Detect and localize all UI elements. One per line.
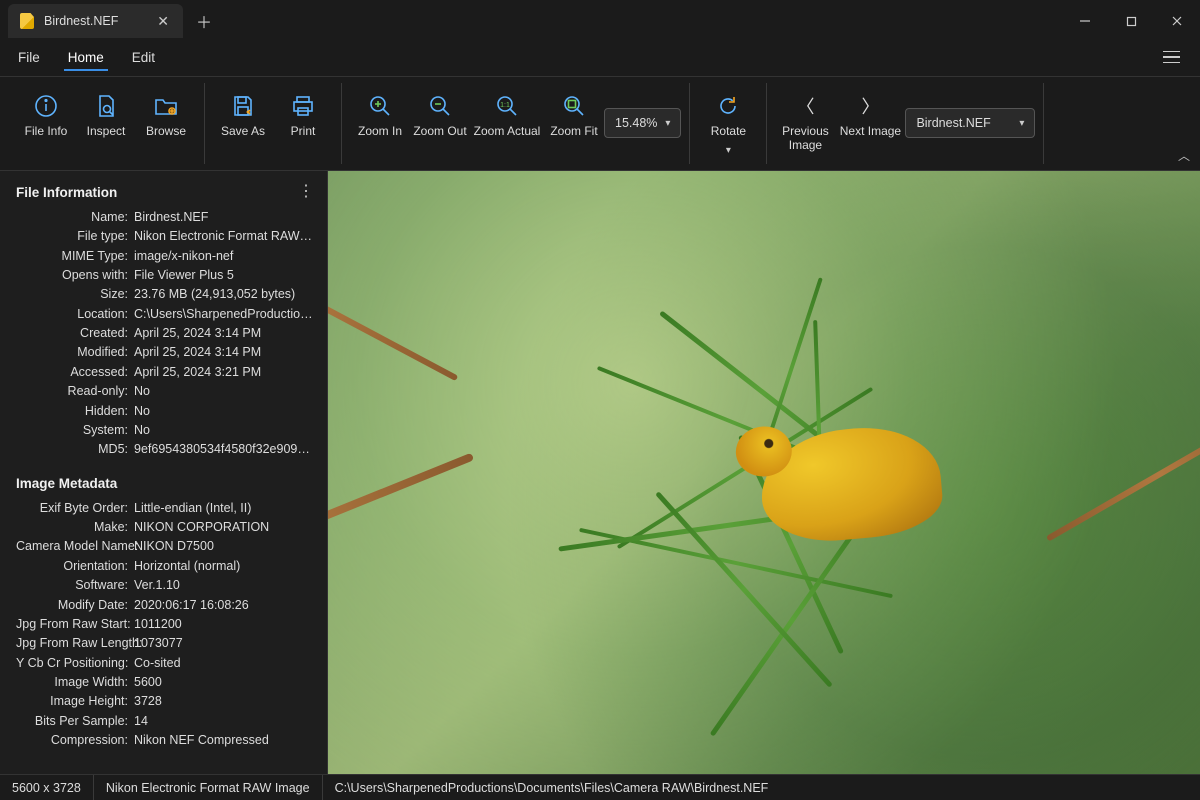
status-path: C:\Users\SharpenedProductions\Documents\… <box>323 775 781 800</box>
info-icon <box>33 93 59 119</box>
file-selector-dropdown[interactable]: Birdnest.NEF ▾ <box>905 108 1035 138</box>
image-viewport[interactable] <box>328 171 1200 774</box>
print-icon <box>290 93 316 119</box>
minimize-button[interactable] <box>1062 4 1108 38</box>
menu-bar: File Home Edit <box>0 38 1200 76</box>
properties-panel: ⋮ File Information Name:Birdnest.NEF Fil… <box>0 171 328 774</box>
save-icon <box>230 93 256 119</box>
zoom-level-value: 15.48% <box>615 116 657 130</box>
panel-scroll[interactable]: File Information Name:Birdnest.NEF File … <box>0 171 319 774</box>
chevron-down-icon: ▾ <box>1019 118 1024 129</box>
next-image-button[interactable]: 〉 Next Image <box>835 85 905 145</box>
browse-button[interactable]: Browse <box>136 85 196 145</box>
svg-text:1:1: 1:1 <box>500 102 510 109</box>
ribbon-toolbar: File Info Inspect Browse Save As Print Z… <box>0 76 1200 171</box>
collapse-ribbon-button[interactable]: ︿ <box>1178 147 1190 164</box>
zoom-in-icon <box>367 93 393 119</box>
zoom-actual-icon: 1:1 <box>494 93 520 119</box>
maximize-button[interactable] <box>1108 4 1154 38</box>
main-area: ⋮ File Information Name:Birdnest.NEF Fil… <box>0 171 1200 774</box>
chevron-right-icon: 〉 <box>857 93 883 119</box>
inspect-button[interactable]: Inspect <box>76 85 136 145</box>
rotate-icon <box>715 93 741 119</box>
document-icon <box>20 13 34 29</box>
zoom-fit-button[interactable]: Zoom Fit <box>544 85 604 145</box>
status-dimensions: 5600 x 3728 <box>0 775 94 800</box>
tab-title: Birdnest.NEF <box>44 14 118 28</box>
chevron-left-icon: 〈 <box>792 93 818 119</box>
zoom-actual-button[interactable]: 1:1 Zoom Actual <box>470 85 544 145</box>
zoom-in-button[interactable]: Zoom In <box>350 85 410 145</box>
photo-content <box>328 171 1200 774</box>
save-as-button[interactable]: Save As <box>213 85 273 145</box>
zoom-fit-icon <box>561 93 587 119</box>
rotate-button[interactable]: Rotate ▾ <box>698 85 758 162</box>
tab-close-button[interactable]: ✕ <box>153 13 173 30</box>
document-tab[interactable]: Birdnest.NEF ✕ <box>8 4 183 38</box>
print-button[interactable]: Print <box>273 85 333 145</box>
zoom-out-icon <box>427 93 453 119</box>
nest-illustration <box>557 352 937 732</box>
file-selector-value: Birdnest.NEF <box>916 116 990 130</box>
status-format: Nikon Electronic Format RAW Image <box>94 775 323 800</box>
menu-file[interactable]: File <box>14 44 44 71</box>
previous-image-button[interactable]: 〈 Previous Image <box>775 85 835 159</box>
folder-icon <box>153 93 179 119</box>
menu-home[interactable]: Home <box>64 44 108 71</box>
zoom-out-button[interactable]: Zoom Out <box>410 85 470 145</box>
status-bar: 5600 x 3728 Nikon Electronic Format RAW … <box>0 774 1200 800</box>
hamburger-menu-icon[interactable] <box>1156 42 1186 72</box>
file-info-button[interactable]: File Info <box>16 85 76 145</box>
chevron-down-icon: ▾ <box>665 118 670 129</box>
new-tab-button[interactable]: ＋ <box>189 4 219 38</box>
close-window-button[interactable] <box>1154 4 1200 38</box>
title-bar: Birdnest.NEF ✕ ＋ <box>0 0 1200 38</box>
section-title-image-metadata: Image Metadata <box>16 476 313 491</box>
window-controls <box>1062 4 1200 38</box>
inspect-icon <box>93 93 119 119</box>
section-title-file-info: File Information <box>16 185 313 200</box>
menu-edit[interactable]: Edit <box>128 44 159 71</box>
chevron-down-icon: ▾ <box>726 145 731 156</box>
zoom-level-dropdown[interactable]: 15.48% ▾ <box>604 108 681 138</box>
